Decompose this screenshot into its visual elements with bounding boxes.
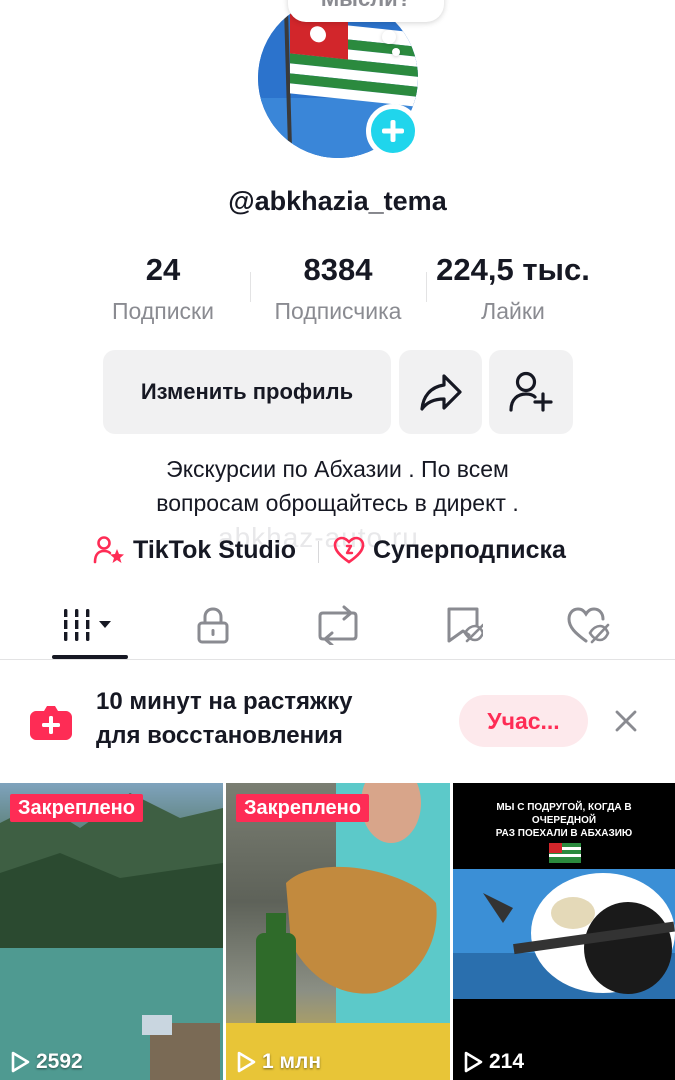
lake-landscape-image: [0, 793, 223, 1080]
profile-bio: Экскурсии по Абхазии . По всем вопросам …: [0, 452, 675, 520]
thought-bubble-text: Мысли?: [321, 0, 411, 11]
tab-reposts[interactable]: [283, 592, 393, 658]
promo-text-line: для восстановления: [96, 722, 343, 749]
bio-line: вопросам оброщайтесь в директ .: [156, 490, 519, 516]
video-thumbnail[interactable]: Закреплено 1 млн: [226, 783, 450, 1080]
thought-dot: [392, 48, 400, 56]
pinned-badge: Закреплено: [10, 794, 143, 822]
tiktok-studio-label: TikTok Studio: [133, 535, 296, 564]
play-icon: [464, 1051, 483, 1073]
stat-label: Подписки: [112, 298, 214, 324]
video-grid: Закреплено 2592 Закреплено 1 млн МЫ С ПО…: [0, 783, 675, 1080]
share-profile-button[interactable]: [399, 350, 482, 434]
promo-text: 10 минут на растяжку для восстановления: [96, 685, 416, 753]
video-thumbnail[interactable]: Закреплено 2592: [0, 783, 223, 1080]
active-tab-indicator: [52, 655, 128, 659]
super-subscription-link[interactable]: Суперподписка: [333, 535, 566, 565]
bio-line: Экскурсии по Абхазии . По всем: [166, 456, 509, 482]
stat-divider: [426, 272, 427, 302]
username: @abkhazia_tema: [228, 186, 447, 216]
liked-hidden-icon: [567, 607, 610, 644]
share-arrow-icon: [419, 374, 462, 411]
view-count: 214: [463, 1050, 524, 1074]
add-user-icon: [509, 371, 553, 412]
stat-followers[interactable]: 8384 Подписчика: [262, 252, 414, 325]
repost-icon: [318, 605, 358, 645]
view-count-value: 2592: [36, 1050, 83, 1073]
super-subscription-icon: [333, 536, 365, 564]
khachapuri-photo-image: [226, 783, 450, 1080]
promo-icon-wrap: [28, 703, 74, 746]
plus-icon: [382, 120, 404, 142]
profile-tabs: [0, 592, 675, 660]
profile-links: TikTok Studio Суперподписка: [0, 531, 675, 571]
promo-plus-icon: [30, 706, 72, 740]
super-subscription-label: Суперподписка: [373, 535, 566, 564]
add-friend-button[interactable]: [489, 350, 573, 434]
close-promo-button[interactable]: [612, 707, 640, 740]
video-thumbnail[interactable]: МЫ С ПОДРУГОЙ, КОГДА В ОЧЕРЕДНОЙ РАЗ ПОЕ…: [453, 783, 675, 1080]
studio-user-star-icon: [93, 536, 124, 564]
stat-following[interactable]: 24 Подписки: [103, 252, 223, 325]
view-count: 1 млн: [236, 1050, 321, 1074]
close-icon: [615, 710, 637, 732]
view-count-value: 214: [489, 1050, 525, 1073]
edit-profile-button[interactable]: Изменить профиль: [103, 350, 391, 434]
play-icon: [237, 1051, 256, 1073]
stat-value: 8384: [303, 252, 373, 287]
favorites-icon: [447, 607, 483, 643]
pinned-badge: Закреплено: [236, 794, 369, 822]
thought-dot: [382, 30, 396, 44]
stat-value: 224,5 тыс.: [436, 252, 590, 287]
thought-bubble[interactable]: Мысли?: [288, 0, 444, 22]
promo-text-line: 10 минут на растяжку: [96, 688, 353, 715]
participate-button[interactable]: Учас...: [459, 695, 588, 747]
stat-label: Лайки: [481, 298, 545, 324]
play-icon: [11, 1051, 30, 1073]
view-count-value: 1 млн: [262, 1050, 322, 1073]
penguin-meme-image: [453, 843, 675, 999]
tiktok-studio-link[interactable]: TikTok Studio: [93, 535, 296, 565]
links-divider: [318, 541, 319, 563]
tab-favorites[interactable]: [408, 592, 518, 658]
stat-label: Подписчика: [274, 298, 402, 324]
tab-videos[interactable]: [35, 592, 145, 658]
stat-divider: [250, 272, 251, 302]
challenge-promo-banner[interactable]: 10 минут на растяжку для восстановления …: [0, 661, 675, 783]
stat-likes[interactable]: 224,5 тыс. Лайки: [428, 252, 598, 325]
stat-value: 24: [145, 252, 181, 287]
tab-private[interactable]: [158, 592, 268, 658]
view-count: 2592: [10, 1050, 83, 1074]
lock-icon: [197, 607, 229, 644]
tab-liked[interactable]: [533, 592, 643, 658]
grid-videos-icon: [64, 609, 111, 641]
add-story-button[interactable]: [366, 104, 420, 158]
